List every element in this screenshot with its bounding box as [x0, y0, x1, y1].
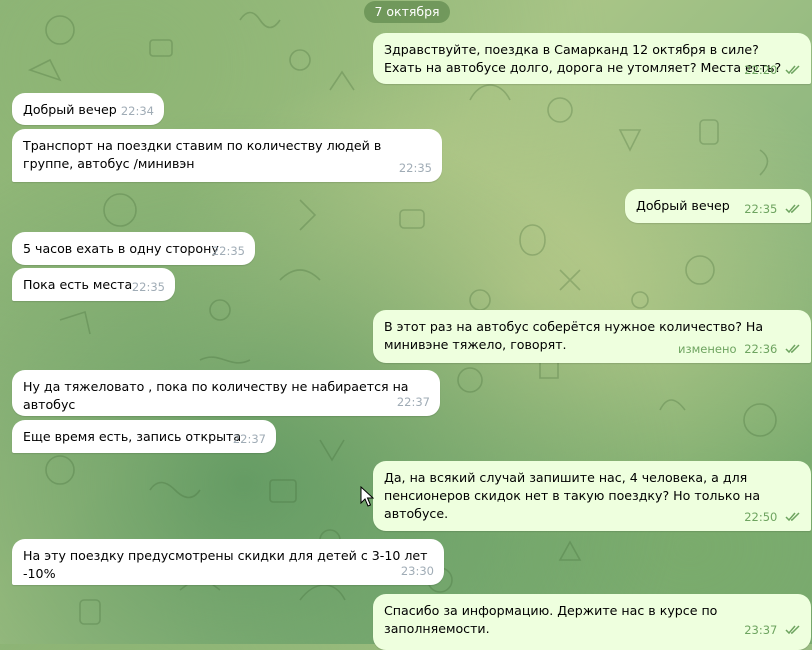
mouse-cursor-icon [360, 486, 374, 507]
message-text: Здравствуйте, поездка в Самарканд 12 окт… [384, 42, 782, 75]
message-time: 22:20 [744, 63, 778, 77]
message-time: 22:37 [396, 395, 430, 409]
message-time: 22:36 [744, 342, 778, 356]
double-check-icon [785, 625, 800, 635]
message-text: Добрый вечер [636, 198, 730, 213]
message-time: 23:30 [400, 564, 434, 578]
double-check-icon [785, 65, 800, 75]
message-outgoing[interactable]: Спасибо за информацию. Держите нас в кур… [373, 594, 811, 650]
message-incoming[interactable]: Добрый вечер 22:34 [12, 93, 164, 125]
message-text: Спасибо за информацию. Держите нас в кур… [384, 603, 718, 636]
message-text: Ну да тяжеловато , пока по количеству не… [23, 379, 409, 412]
message-meta: изменено 22:36 [678, 340, 801, 358]
message-text: На эту поездку предусмотрены скидки для … [23, 548, 428, 581]
message-text: Еще время есть, запись открыта [23, 429, 242, 444]
message-time: 22:35 [744, 202, 778, 216]
message-text: Пока есть места [23, 277, 133, 292]
message-text: 5 часов ехать в одну сторону [23, 241, 219, 256]
message-incoming[interactable]: 5 часов ехать в одну сторону 22:35 [12, 232, 255, 265]
message-incoming[interactable]: Еще время есть, запись открыта 22:37 [12, 420, 276, 453]
message-time: 23:37 [744, 623, 778, 637]
double-check-icon [785, 512, 800, 522]
message-time: 22:34 [120, 104, 154, 118]
message-outgoing[interactable]: Здравствуйте, поездка в Самарканд 12 окт… [373, 33, 811, 84]
message-meta: 22:20 [744, 61, 801, 79]
message-outgoing[interactable]: Да, на всякий случай запишите нас, 4 чел… [373, 461, 811, 531]
message-incoming[interactable]: Пока есть места 22:35 [12, 268, 175, 301]
message-meta: 22:35 [744, 200, 801, 218]
message-time: 22:50 [744, 510, 778, 524]
message-time: 22:35 [131, 280, 165, 294]
message-time: 22:35 [398, 161, 432, 175]
message-incoming[interactable]: Транспорт на поездки ставим по количеств… [12, 129, 442, 182]
message-text: Да, на всякий случай запишите нас, 4 чел… [384, 470, 761, 521]
message-text: Транспорт на поездки ставим по количеств… [23, 138, 382, 171]
message-meta: 23:37 [744, 621, 801, 639]
date-separator: 7 октября [364, 1, 450, 23]
message-outgoing[interactable]: Добрый вечер 22:35 [625, 189, 811, 223]
message-outgoing[interactable]: В этот раз на автобус соберётся нужное к… [373, 310, 811, 363]
message-incoming[interactable]: Ну да тяжеловато , пока по количеству не… [12, 370, 440, 416]
message-time: 22:37 [232, 432, 266, 446]
message-time: 22:35 [211, 244, 245, 258]
message-meta: 22:50 [744, 508, 801, 526]
double-check-icon [785, 204, 800, 214]
message-incoming[interactable]: На эту поездку предусмотрены скидки для … [12, 539, 444, 585]
double-check-icon [785, 344, 800, 354]
edited-label: изменено [678, 342, 737, 356]
message-text: Добрый вечер [23, 102, 117, 117]
